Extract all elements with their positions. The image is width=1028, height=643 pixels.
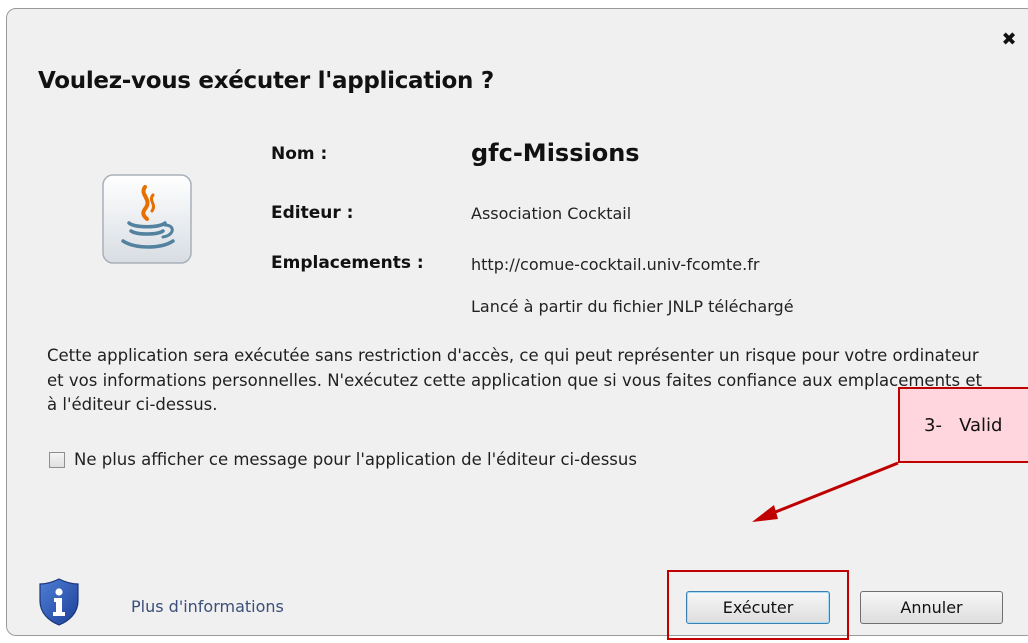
- name-label: Nom :: [271, 144, 328, 164]
- info-shield-icon: [39, 578, 79, 626]
- cancel-button[interactable]: Annuler: [860, 591, 1003, 624]
- instruction-callout-text: 3- Valid: [924, 415, 1003, 436]
- run-button-highlight: [667, 570, 849, 640]
- application-name: gfc-Missions: [471, 139, 640, 167]
- publisher-value: Association Cocktail: [471, 204, 632, 223]
- dialog-title: Voulez-vous exécuter l'application ?: [38, 68, 494, 94]
- security-warning-text: Cette application sera exécutée sans res…: [47, 346, 982, 414]
- instruction-callout: 3- Valid: [898, 387, 1028, 463]
- pointer-arrow: [752, 461, 899, 522]
- do-not-show-again-checkbox[interactable]: [49, 452, 65, 468]
- location-url: http://comue-cocktail.univ-fcomte.fr: [471, 255, 760, 274]
- run-application-dialog: [6, 8, 1028, 636]
- locations-label: Emplacements :: [271, 253, 424, 273]
- more-information-link[interactable]: Plus d'informations: [131, 597, 284, 616]
- publisher-label: Editeur :: [271, 203, 354, 223]
- location-source: Lancé à partir du fichier JNLP télécharg…: [471, 297, 794, 316]
- close-icon[interactable]: ✖: [1000, 31, 1018, 49]
- java-cup-icon: [102, 174, 192, 264]
- do-not-show-again-label[interactable]: Ne plus afficher ce message pour l'appli…: [74, 450, 637, 469]
